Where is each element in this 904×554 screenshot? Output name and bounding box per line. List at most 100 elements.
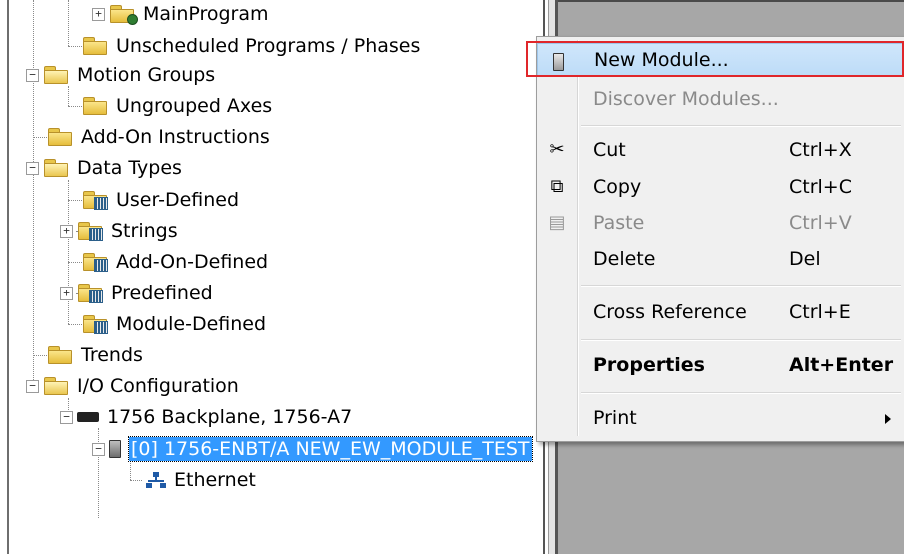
paste-icon: ▤ (548, 212, 566, 233)
folder-icon (82, 37, 108, 55)
collapse-minus-icon[interactable]: − (60, 410, 73, 424)
menu-item-label: Delete (593, 248, 656, 270)
tree-node-data-types[interactable]: − Data Types (26, 154, 184, 182)
tree-node-enbt-module[interactable]: − [0] 1756-ENBT/A NEW_EW_MODULE_TEST (92, 435, 533, 463)
expand-plus-icon[interactable]: + (60, 224, 73, 238)
menu-item-paste[interactable]: ▤ Paste Ctrl+V (537, 206, 904, 240)
module-icon (548, 51, 568, 71)
menu-separator (581, 285, 901, 287)
menu-separator (581, 392, 901, 394)
tree-node-label: Strings (111, 220, 178, 242)
expand-plus-icon[interactable]: + (60, 286, 73, 300)
tree-node-trends[interactable]: Trends (47, 341, 145, 369)
tree-node-label: Unscheduled Programs / Phases (116, 35, 421, 57)
tree-node-label: MainProgram (143, 3, 269, 25)
menu-item-shortcut: Del (789, 248, 821, 270)
tree-node-label: Motion Groups (77, 64, 216, 86)
tree-node-main-program[interactable]: + MainProgram (92, 0, 271, 28)
collapse-minus-icon[interactable]: − (26, 68, 39, 82)
folder-icon (82, 97, 108, 115)
open-folder-icon (43, 66, 69, 84)
menu-item-print[interactable]: Print (537, 401, 904, 435)
menu-item-copy[interactable]: ⧉ Copy Ctrl+C (537, 170, 904, 204)
tree-line (68, 200, 82, 201)
tree-node-backplane[interactable]: − 1756 Backplane, 1756-A7 (60, 403, 354, 431)
tree-node-label: Ethernet (174, 469, 256, 491)
tree-node-label-selected: [0] 1756-ENBT/A NEW_EW_MODULE_TEST (128, 436, 533, 462)
tree-line (68, 262, 82, 263)
tree-node-label: Ungrouped Axes (116, 95, 273, 117)
menu-item-new-module[interactable]: New Module... (537, 43, 904, 77)
data-type-folder-icon (82, 315, 108, 334)
tree-node-module-defined[interactable]: Module-Defined (82, 310, 268, 338)
backplane-icon (77, 412, 99, 422)
menu-item-shortcut: Ctrl+X (789, 139, 852, 161)
network-icon (146, 472, 166, 488)
menu-item-properties[interactable]: Properties Alt+Enter (537, 348, 904, 382)
tree-node-label: Add-On-Defined (116, 251, 269, 273)
collapse-minus-icon[interactable]: − (26, 161, 39, 175)
submenu-arrow-icon (885, 414, 891, 424)
data-type-folder-icon (82, 191, 108, 210)
open-folder-icon (43, 159, 69, 177)
tree-node-ungrouped-axes[interactable]: Ungrouped Axes (82, 92, 274, 120)
controller-organizer-tree: + MainProgram Unscheduled Programs / Pha… (0, 0, 543, 554)
tree-node-label: I/O Configuration (77, 375, 239, 397)
tree-line (130, 480, 142, 481)
tree-node-user-defined[interactable]: User-Defined (82, 186, 241, 214)
menu-item-label: Copy (593, 176, 642, 198)
data-type-folder-icon (77, 284, 103, 303)
tree-line (68, 86, 69, 106)
menu-separator (581, 339, 901, 341)
menu-item-delete[interactable]: Delete Del (537, 242, 904, 276)
collapse-minus-icon[interactable]: − (92, 442, 105, 456)
tree-line (33, 355, 47, 356)
menu-item-shortcut: Alt+Enter (789, 354, 894, 376)
tree-line (68, 106, 82, 107)
open-folder-icon (43, 377, 69, 395)
scissors-icon: ✂ (549, 139, 565, 160)
copy-icon: ⧉ (550, 176, 564, 197)
collapse-minus-icon[interactable]: − (26, 379, 39, 393)
menu-item-label: Paste (593, 212, 645, 234)
tree-line (33, 0, 34, 386)
data-type-folder-icon (77, 222, 103, 241)
tree-line (130, 460, 131, 480)
menu-item-label: Cross Reference (593, 301, 747, 323)
tree-line (68, 324, 82, 325)
tree-node-strings[interactable]: + Strings (60, 217, 180, 245)
menu-item-cross-reference[interactable]: Cross Reference Ctrl+E (537, 295, 904, 329)
tree-node-motion-groups[interactable]: − Motion Groups (26, 61, 217, 89)
menu-item-shortcut: Ctrl+V (789, 212, 852, 234)
menu-item-shortcut: Ctrl+C (789, 176, 852, 198)
folder-icon (47, 346, 73, 364)
tree-node-label: Trends (81, 344, 143, 366)
menu-item-label: Discover Modules... (593, 88, 779, 110)
data-type-folder-icon (82, 253, 108, 272)
menu-item-label: Cut (593, 139, 626, 161)
menu-item-label: New Module... (594, 49, 729, 71)
tree-node-predefined[interactable]: + Predefined (60, 279, 215, 307)
menu-item-shortcut: Ctrl+E (789, 301, 851, 323)
tree-node-add-on-defined[interactable]: Add-On-Defined (82, 248, 270, 276)
menu-item-label: Properties (593, 354, 705, 376)
program-folder-icon (109, 5, 138, 25)
tree-line (68, 0, 69, 46)
folder-icon (47, 128, 73, 146)
menu-item-discover-modules[interactable]: Discover Modules... (537, 82, 904, 116)
tree-line (33, 137, 47, 138)
expand-plus-icon[interactable]: + (92, 7, 105, 21)
tree-node-label: Module-Defined (116, 313, 267, 335)
tree-node-add-on-instructions[interactable]: Add-On Instructions (47, 123, 272, 151)
tree-node-label: User-Defined (116, 189, 240, 211)
tree-node-unscheduled-programs[interactable]: Unscheduled Programs / Phases (82, 32, 422, 60)
tree-node-ethernet[interactable]: Ethernet (146, 466, 258, 494)
tree-node-label: Data Types (77, 157, 182, 179)
tree-node-label: 1756 Backplane, 1756-A7 (107, 406, 353, 428)
menu-item-label: Print (593, 407, 637, 429)
tree-node-label: Predefined (111, 282, 213, 304)
menu-item-cut[interactable]: ✂ Cut Ctrl+X (537, 133, 904, 167)
tree-node-io-configuration[interactable]: − I/O Configuration (26, 372, 241, 400)
tree-line (68, 46, 82, 47)
tree-node-label: Add-On Instructions (81, 126, 270, 148)
